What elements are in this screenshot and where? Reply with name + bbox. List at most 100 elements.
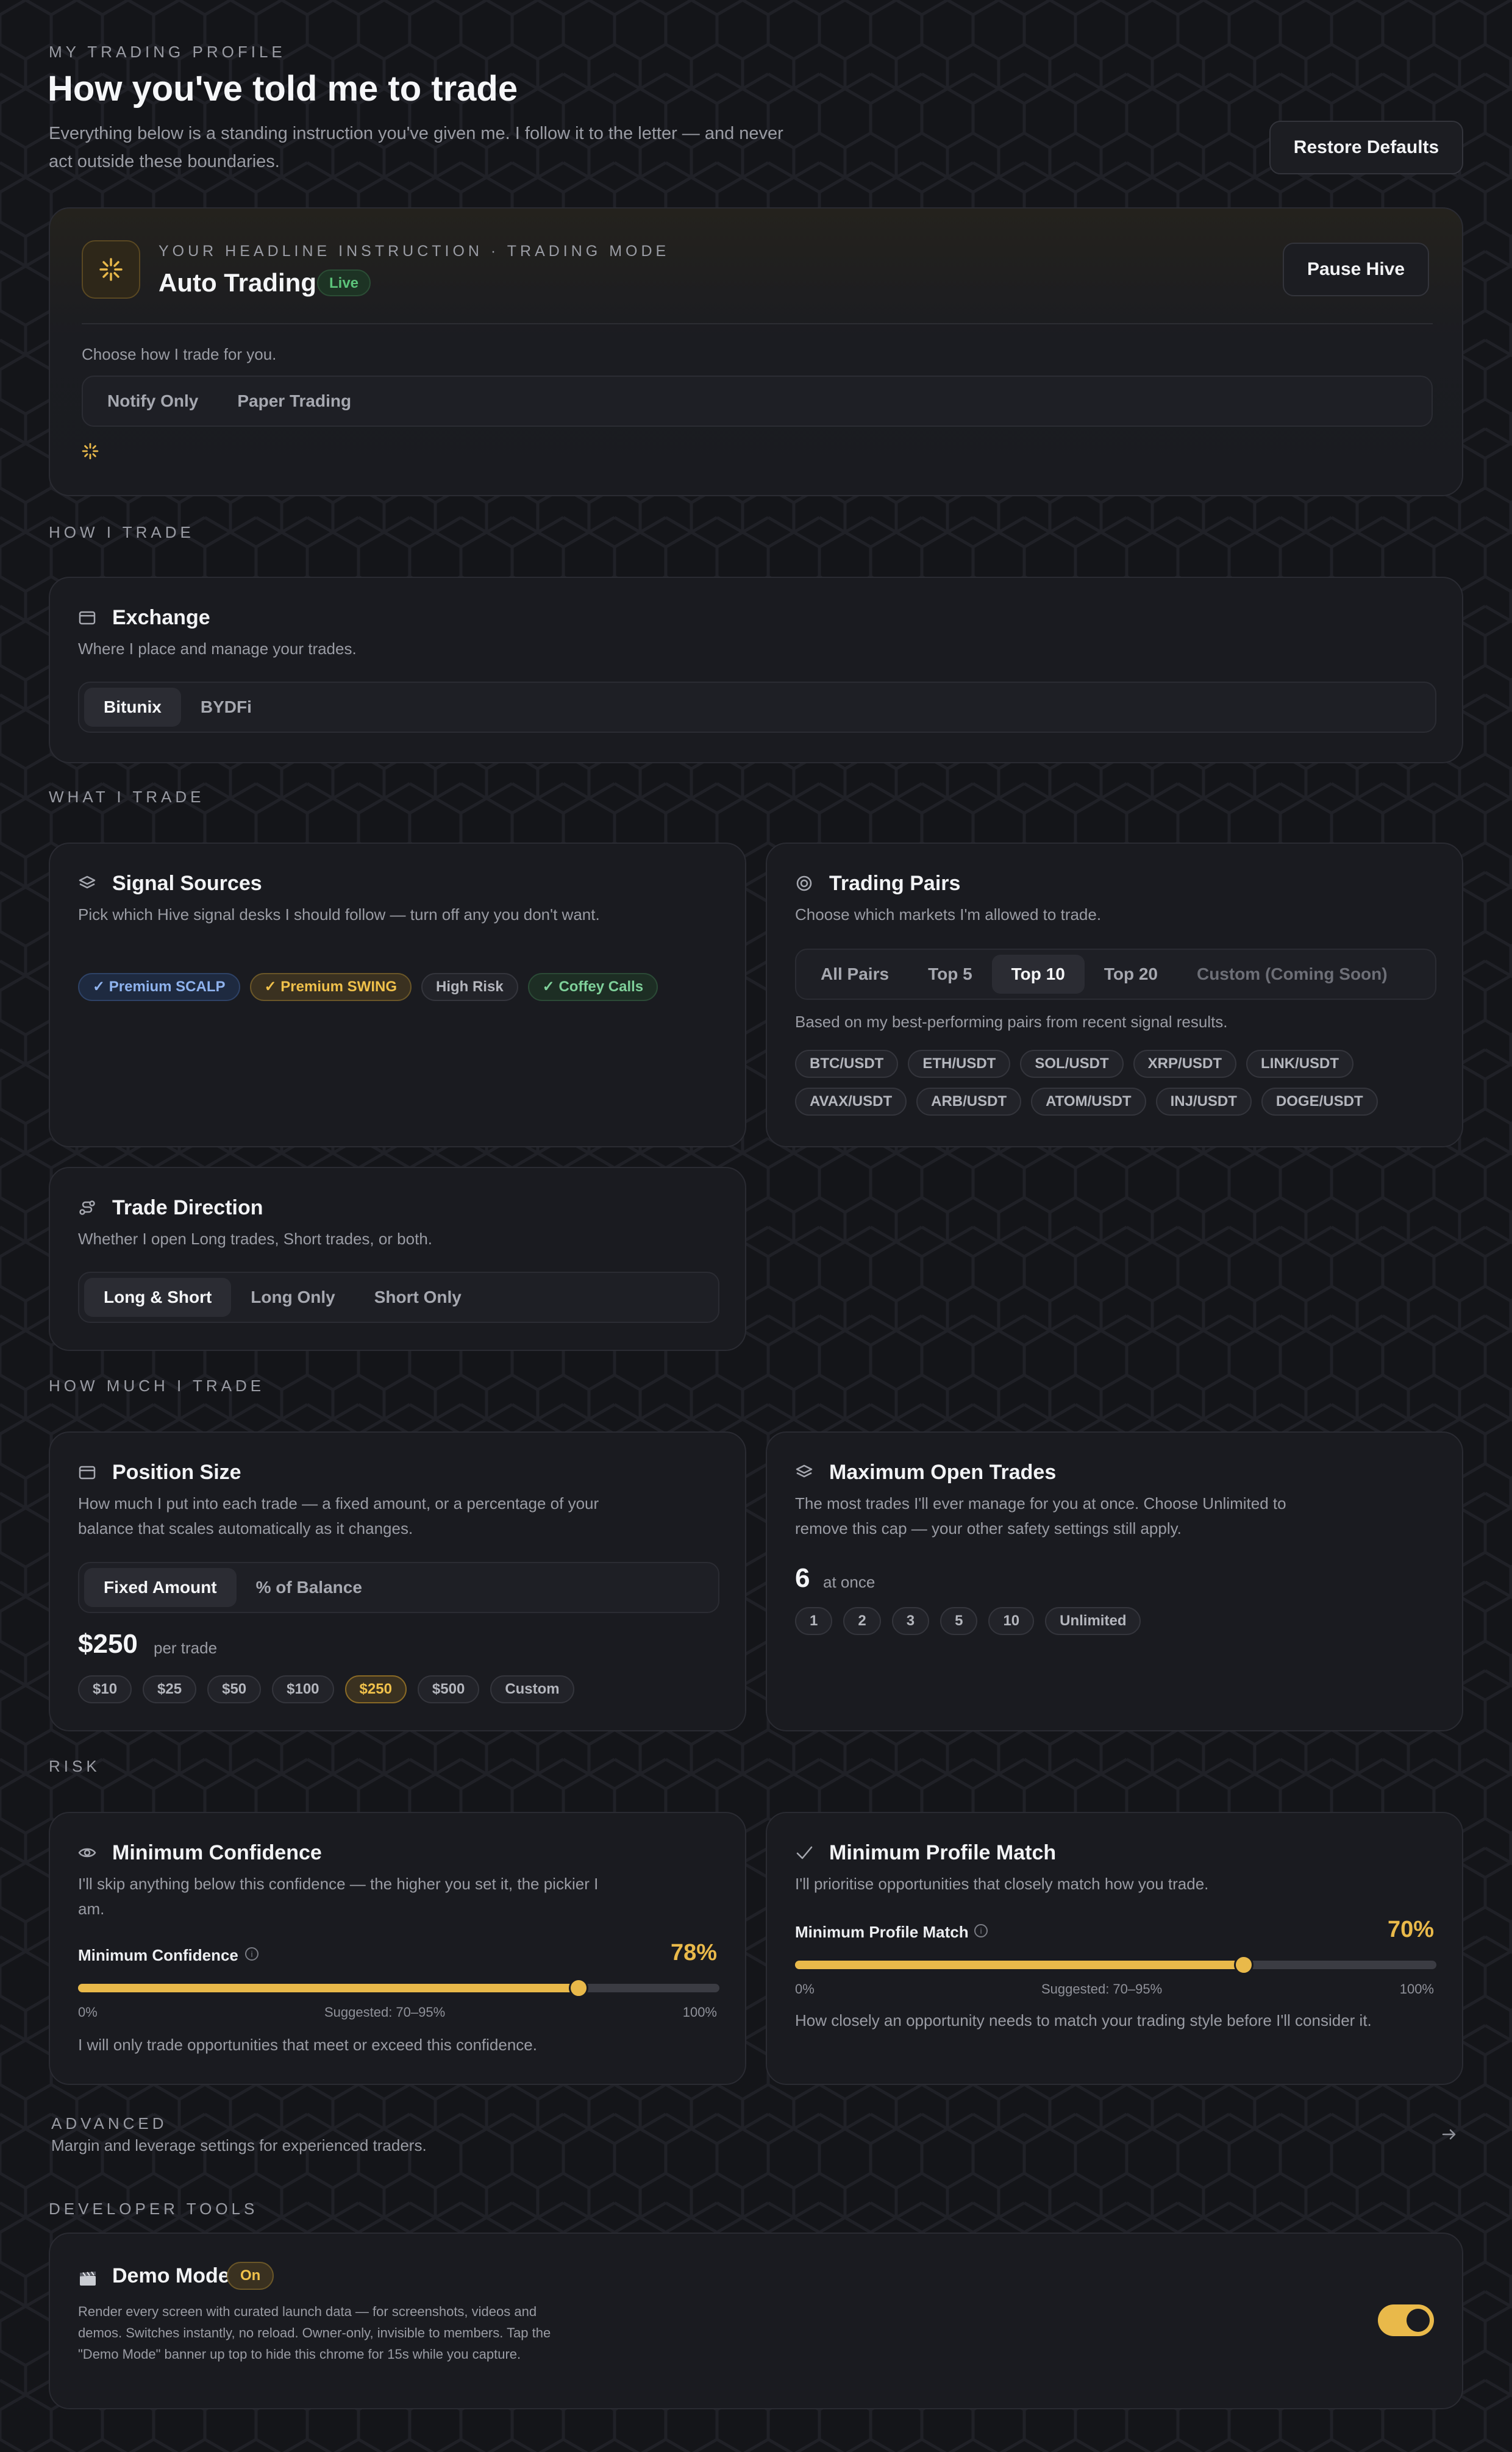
max-open-trades-desc: The most trades I'll ever manage for you… [795, 1494, 1286, 1538]
pair-chip: ARB/USDT [916, 1088, 1022, 1116]
trade-direction-title: Trade Direction [112, 1196, 263, 1219]
pairs-note: Based on my best-performing pairs from r… [795, 1013, 1228, 1031]
pair-chip: INJ/USDT [1155, 1088, 1252, 1116]
pairs-selector: All Pairs Top 5 Top 10 Top 20 Custom (Co… [795, 949, 1436, 1000]
exchange-option-bydfi[interactable]: BYDFi [181, 688, 271, 727]
max-trades-preset[interactable]: 2 [843, 1607, 881, 1635]
size-option-fixed[interactable]: Fixed Amount [84, 1568, 237, 1607]
size-option-percent[interactable]: % of Balance [237, 1568, 382, 1607]
max-trades-preset[interactable]: 10 [988, 1607, 1035, 1635]
position-size-title: Position Size [112, 1461, 241, 1484]
wallet-icon [78, 608, 96, 627]
pairs-option-top5[interactable]: Top 5 [908, 955, 992, 994]
signal-sources-desc: Pick which Hive signal desks I should fo… [78, 905, 600, 924]
max-open-trades-card: Maximum Open Trades The most trades I'll… [766, 1431, 1463, 1731]
check-icon: ✓ [264, 978, 281, 995]
pairs-option-all[interactable]: All Pairs [801, 955, 908, 994]
max-trades-preset-unlimited[interactable]: Unlimited [1045, 1607, 1141, 1635]
direction-option-long-short[interactable]: Long & Short [84, 1278, 232, 1317]
layers-icon [795, 1463, 813, 1481]
size-preset[interactable]: $50 [207, 1675, 262, 1703]
min-profile-match-title: Minimum Profile Match [829, 1841, 1057, 1864]
toggle-knob [1407, 2309, 1430, 2332]
slider-thumb[interactable] [568, 1978, 588, 1998]
signal-source-chips: ✓ Premium SCALP ✓ Premium SWING High Ris… [78, 973, 658, 1001]
pause-hive-button[interactable]: Pause Hive [1283, 243, 1429, 296]
size-preset-selected[interactable]: $250 [344, 1675, 407, 1703]
size-preset-custom[interactable]: Custom [490, 1675, 574, 1703]
mode-choose-text: Choose how I trade for you. [82, 345, 277, 363]
min-profile-match-label: Minimum Profile Match [795, 1923, 969, 1941]
direction-selector: Long & Short Long Only Short Only [78, 1272, 719, 1323]
mode-option-notify-only[interactable]: Notify Only [88, 382, 218, 421]
min-confidence-slider[interactable] [78, 1978, 719, 1998]
advanced-row[interactable]: ADVANCED Margin and leverage settings fo… [49, 2114, 1463, 2163]
section-risk: RISK [49, 1757, 101, 1775]
max-open-trades-title: Maximum Open Trades [829, 1461, 1057, 1484]
section-what-i-trade: WHAT I TRADE [49, 788, 205, 806]
signal-chip-high-risk[interactable]: High Risk [421, 973, 518, 1001]
restore-defaults-button[interactable]: Restore Defaults [1269, 121, 1463, 174]
pairs-option-top20[interactable]: Top 20 [1085, 955, 1177, 994]
page-eyebrow: MY TRADING PROFILE [49, 43, 286, 61]
demo-mode-toggle[interactable] [1378, 2304, 1434, 2336]
signal-sources-title: Signal Sources [112, 872, 262, 895]
wallet-icon [78, 1463, 96, 1481]
trading-mode-title: Auto Trading [159, 268, 316, 297]
position-size-value: $250 [78, 1629, 138, 1659]
size-preset[interactable]: $25 [143, 1675, 197, 1703]
min-confidence-card: Minimum Confidence I'll skip anything be… [49, 1812, 746, 2085]
max-open-trades-value: 6 [795, 1563, 810, 1593]
signal-chip-premium-scalp[interactable]: ✓ Premium SCALP [78, 973, 240, 1001]
trade-direction-desc: Whether I open Long trades, Short trades… [78, 1230, 433, 1248]
clapperboard-icon [78, 2269, 96, 2287]
loading-spinner-icon [82, 443, 99, 463]
trading-pairs-card: Trading Pairs Choose which markets I'm a… [766, 843, 1463, 1147]
min-profile-match-footer: How closely an opportunity needs to matc… [795, 2011, 1372, 2030]
signal-chip-premium-swing[interactable]: ✓ Premium SWING [249, 973, 412, 1001]
headline-instruction-card: YOUR HEADLINE INSTRUCTION · TRADING MODE… [49, 207, 1463, 496]
size-preset[interactable]: $100 [272, 1675, 334, 1703]
size-preset[interactable]: $500 [417, 1675, 480, 1703]
target-icon [795, 874, 813, 893]
position-size-presets: $10 $25 $50 $100 $250 $500 Custom [78, 1675, 574, 1703]
position-size-unit: per trade [154, 1639, 218, 1657]
info-icon[interactable]: i [974, 1924, 988, 1937]
sparkle-icon [82, 240, 140, 299]
slider-thumb[interactable] [1234, 1955, 1254, 1975]
route-icon [78, 1199, 96, 1217]
max-open-trades-presets: 1 2 3 5 10 Unlimited [795, 1607, 1141, 1635]
min-profile-match-slider[interactable] [795, 1955, 1436, 1975]
live-badge: Live [317, 269, 371, 296]
trading-pairs-desc: Choose which markets I'm allowed to trad… [795, 905, 1102, 924]
info-icon[interactable]: i [245, 1947, 259, 1961]
signal-chip-coffey-calls[interactable]: ✓ Coffey Calls [527, 973, 658, 1001]
pairs-option-top10[interactable]: Top 10 [991, 955, 1085, 994]
slider-max-label: 100% [1399, 1981, 1434, 1997]
max-trades-preset[interactable]: 5 [940, 1607, 978, 1635]
exchange-card: Exchange Where I place and manage your t… [49, 577, 1463, 763]
exchange-desc: Where I place and manage your trades. [78, 640, 357, 658]
slider-min-label: 0% [78, 2005, 98, 2020]
size-preset[interactable]: $10 [78, 1675, 132, 1703]
direction-option-short-only[interactable]: Short Only [355, 1278, 481, 1317]
signal-sources-card: Signal Sources Pick which Hive signal de… [49, 843, 746, 1147]
section-how-much-i-trade: HOW MUCH I TRADE [49, 1377, 265, 1395]
page-title: How you've told me to trade [48, 69, 518, 109]
min-profile-match-value: 70% [1387, 1917, 1434, 1942]
check-icon: ✓ [93, 978, 109, 995]
arrow-right-icon[interactable] [1440, 2125, 1458, 2147]
exchange-option-bitunix[interactable]: Bitunix [84, 688, 181, 727]
max-trades-preset[interactable]: 1 [795, 1607, 833, 1635]
page-subtitle: Everything below is a standing instructi… [49, 124, 783, 171]
section-developer-tools: DEVELOPER TOOLS [49, 2200, 259, 2218]
pair-chip: LINK/USDT [1246, 1050, 1354, 1078]
direction-option-long-only[interactable]: Long Only [231, 1278, 354, 1317]
headline-eyebrow: YOUR HEADLINE INSTRUCTION · TRADING MODE [159, 243, 670, 260]
max-trades-preset[interactable]: 3 [891, 1607, 930, 1635]
mode-option-paper-trading[interactable]: Paper Trading [218, 382, 371, 421]
pair-chip: ATOM/USDT [1031, 1088, 1146, 1116]
slider-max-label: 100% [682, 2005, 717, 2020]
pair-chip: AVAX/USDT [795, 1088, 907, 1116]
trading-mode-selector: Notify Only Paper Trading [82, 376, 1433, 427]
